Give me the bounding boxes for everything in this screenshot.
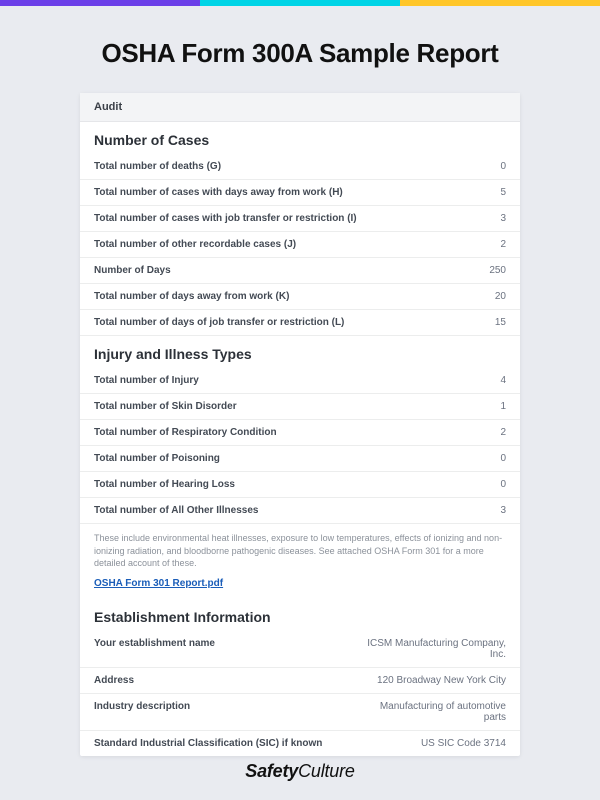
- section-heading-illness: Injury and Illness Types: [80, 336, 520, 368]
- table-row: Total number of days away from work (K) …: [80, 284, 520, 310]
- brand-logo: SafetyCulture: [0, 761, 600, 782]
- row-value: 2: [500, 427, 506, 438]
- table-row: Total number of Respiratory Condition 2: [80, 420, 520, 446]
- row-label: Total number of Respiratory Condition: [94, 427, 490, 438]
- row-label: Industry description: [94, 701, 346, 712]
- row-label: Total number of Skin Disorder: [94, 401, 490, 412]
- row-value: 0: [500, 161, 506, 172]
- row-value: 120 Broadway New York City: [377, 675, 506, 686]
- table-row: Total number of cases with job transfer …: [80, 206, 520, 232]
- table-row: Your establishment name ICSM Manufacturi…: [80, 631, 520, 668]
- row-value: 5: [500, 187, 506, 198]
- table-row: Total number of other recordable cases (…: [80, 232, 520, 258]
- row-value: 0: [500, 453, 506, 464]
- report-card: Audit Number of Cases Total number of de…: [80, 93, 520, 756]
- row-value: 4: [500, 375, 506, 386]
- row-label: Address: [94, 675, 367, 686]
- stripe-yellow: [400, 0, 600, 6]
- stripe-cyan: [200, 0, 400, 6]
- brand-light: Culture: [298, 761, 355, 781]
- table-row: Total number of cases with days away fro…: [80, 180, 520, 206]
- stripe-purple: [0, 0, 200, 6]
- table-row: Industry description Manufacturing of au…: [80, 694, 520, 731]
- table-row: Total number of Hearing Loss 0: [80, 472, 520, 498]
- row-label: Number of Days: [94, 265, 479, 276]
- section-heading-establishment: Establishment Information: [80, 599, 520, 631]
- row-label: Total number of All Other Illnesses: [94, 505, 490, 516]
- row-label: Total number of deaths (G): [94, 161, 490, 172]
- row-value: ICSM Manufacturing Company, Inc.: [356, 638, 506, 660]
- audit-header: Audit: [80, 93, 520, 122]
- page-title: OSHA Form 300A Sample Report: [0, 38, 600, 69]
- table-row: Total number of deaths (G) 0: [80, 154, 520, 180]
- row-value: 2: [500, 239, 506, 250]
- table-row: Number of Days 250: [80, 258, 520, 284]
- row-label: Total number of Poisoning: [94, 453, 490, 464]
- table-row: Address 120 Broadway New York City: [80, 668, 520, 694]
- table-row: Total number of days of job transfer or …: [80, 310, 520, 336]
- row-value: 15: [495, 317, 506, 328]
- row-label: Standard Industrial Classification (SIC)…: [94, 738, 411, 749]
- row-value: US SIC Code 3714: [421, 738, 506, 749]
- section-heading-cases: Number of Cases: [80, 122, 520, 154]
- row-value: Manufacturing of automotive parts: [356, 701, 506, 723]
- row-value: 0: [500, 479, 506, 490]
- table-row: Standard Industrial Classification (SIC)…: [80, 731, 520, 756]
- row-value: 1: [500, 401, 506, 412]
- brand-bold: Safety: [245, 761, 298, 781]
- row-label: Total number of cases with job transfer …: [94, 213, 490, 224]
- illness-note: These include environmental heat illness…: [80, 524, 520, 574]
- row-label: Total number of days away from work (K): [94, 291, 485, 302]
- row-label: Total number of Injury: [94, 375, 490, 386]
- attachment-link[interactable]: OSHA Form 301 Report.pdf: [80, 574, 520, 599]
- row-value: 250: [489, 265, 506, 276]
- row-value: 3: [500, 505, 506, 516]
- table-row: Total number of Injury 4: [80, 368, 520, 394]
- row-value: 3: [500, 213, 506, 224]
- row-label: Total number of cases with days away fro…: [94, 187, 490, 198]
- row-label: Total number of Hearing Loss: [94, 479, 490, 490]
- table-row: Total number of Poisoning 0: [80, 446, 520, 472]
- table-row: Total number of All Other Illnesses 3: [80, 498, 520, 524]
- row-label: Total number of days of job transfer or …: [94, 317, 485, 328]
- brand-stripe: [0, 0, 600, 6]
- table-row: Total number of Skin Disorder 1: [80, 394, 520, 420]
- row-value: 20: [495, 291, 506, 302]
- row-label: Your establishment name: [94, 638, 346, 649]
- row-label: Total number of other recordable cases (…: [94, 239, 490, 250]
